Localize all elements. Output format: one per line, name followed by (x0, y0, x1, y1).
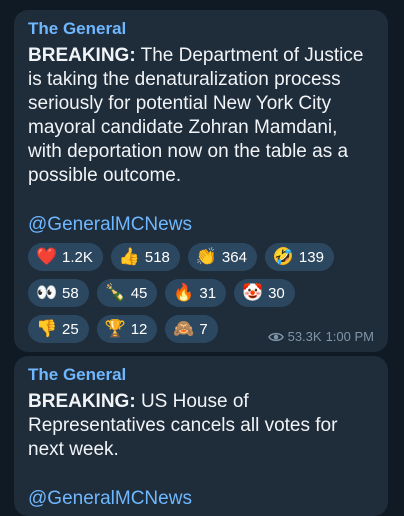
channel-name[interactable]: The General (28, 364, 376, 386)
champagne-icon: 🍾 (104, 283, 126, 302)
thumbs-up-icon: 👍 (118, 247, 141, 266)
trophy-icon: 🏆 (104, 319, 126, 338)
eye-icon (267, 332, 284, 341)
message-text: BREAKING: US House of Representatives ca… (28, 390, 376, 462)
reaction-chip-fire[interactable]: 🔥 31 (165, 279, 227, 307)
message-body: The Department of Justice is taking the … (28, 45, 364, 186)
reaction-chip-trophy[interactable]: 🏆 12 (96, 315, 158, 343)
channel-name[interactable]: The General (28, 18, 376, 40)
reaction-chip-red-heart[interactable]: ❤️ 1.2K (28, 243, 103, 271)
reaction-chip-eyes[interactable]: 👀 58 (28, 279, 89, 307)
see-no-evil-monkey-icon: 🙈 (173, 319, 195, 338)
red-heart-icon: ❤️ (36, 247, 58, 266)
rolling-laughing-icon: 🤣 (272, 247, 295, 266)
reaction-chip-clown[interactable]: 🤡 30 (234, 279, 295, 307)
reaction-count: 518 (144, 248, 170, 266)
reaction-chip-thumbs-up[interactable]: 👍 518 (110, 243, 180, 271)
message-time: 1:00 PM (325, 329, 374, 344)
eyes-icon: 👀 (36, 283, 58, 302)
reaction-count: 45 (130, 284, 148, 302)
view-count: 53.3K (287, 329, 322, 344)
channel-handle-link[interactable]: @GeneralMCNews (28, 487, 376, 511)
reactions-bar: ❤️ 1.2K 👍 518 👏 364 🤣 139 👀 58 🍾 45 🔥 31 🤡 30 👎 25 🏆 12 🙈 7 (28, 243, 358, 343)
reaction-chip-clapping-hands[interactable]: 👏 364 (187, 243, 257, 271)
clown-icon: 🤡 (242, 283, 264, 302)
reaction-chip-champagne[interactable]: 🍾 45 (96, 279, 158, 307)
reaction-chip-see-no-evil-monkey[interactable]: 🙈 7 (165, 315, 218, 343)
fire-icon: 🔥 (173, 283, 195, 302)
message-text: BREAKING: The Department of Justice is t… (28, 44, 376, 188)
message-bubble[interactable]: The General BREAKING: US House of Repres… (14, 356, 388, 516)
reaction-chip-rolling-laughing[interactable]: 🤣 139 (264, 243, 334, 271)
reaction-count: 7 (199, 320, 208, 338)
reaction-chip-thumbs-down[interactable]: 👎 25 (28, 315, 89, 343)
breaking-label: BREAKING: (28, 391, 136, 412)
thumbs-down-icon: 👎 (36, 319, 58, 338)
breaking-label: BREAKING: (28, 45, 136, 66)
clapping-hands-icon: 👏 (195, 247, 218, 266)
channel-handle-link[interactable]: @GeneralMCNews (28, 213, 376, 237)
message-meta: 53.3K 1:00 PM (267, 329, 374, 344)
message-bubble[interactable]: The General BREAKING: The Department of … (14, 10, 388, 352)
reaction-count: 12 (130, 320, 148, 338)
reaction-count: 25 (62, 320, 79, 338)
reaction-count: 139 (298, 248, 324, 266)
reaction-count: 30 (268, 284, 285, 302)
reaction-count: 364 (221, 248, 247, 266)
reaction-count: 58 (62, 284, 79, 302)
reaction-count: 31 (199, 284, 217, 302)
reaction-count: 1.2K (62, 248, 93, 266)
